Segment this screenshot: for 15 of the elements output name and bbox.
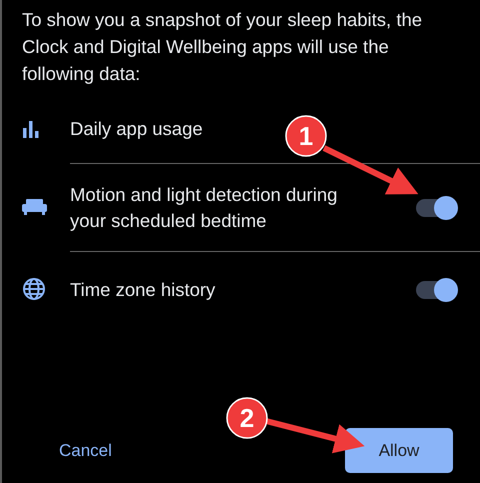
callout-number: 2 — [240, 403, 254, 433]
intro-text: To show you a snapshot of your sleep habits, the Clock and Digital Wellbeing apps will use the following data: — [21, 8, 424, 86]
allow-button[interactable]: Allow — [345, 428, 453, 473]
cancel-button[interactable]: Cancel — [55, 432, 116, 470]
toggle-switch[interactable] — [416, 278, 458, 302]
permission-label: Motion and light detection during your scheduled bedtime — [70, 182, 338, 233]
callout-badge — [226, 397, 268, 439]
permission-label: Time zone history — [70, 278, 216, 302]
callout-badge — [285, 115, 327, 157]
bar-chart-icon — [22, 120, 40, 138]
permission-label: Daily app usage — [70, 117, 203, 141]
bed-icon — [22, 199, 47, 215]
callout-number: 1 — [298, 121, 314, 151]
toggle-switch[interactable] — [416, 196, 458, 220]
globe-icon — [22, 277, 46, 301]
